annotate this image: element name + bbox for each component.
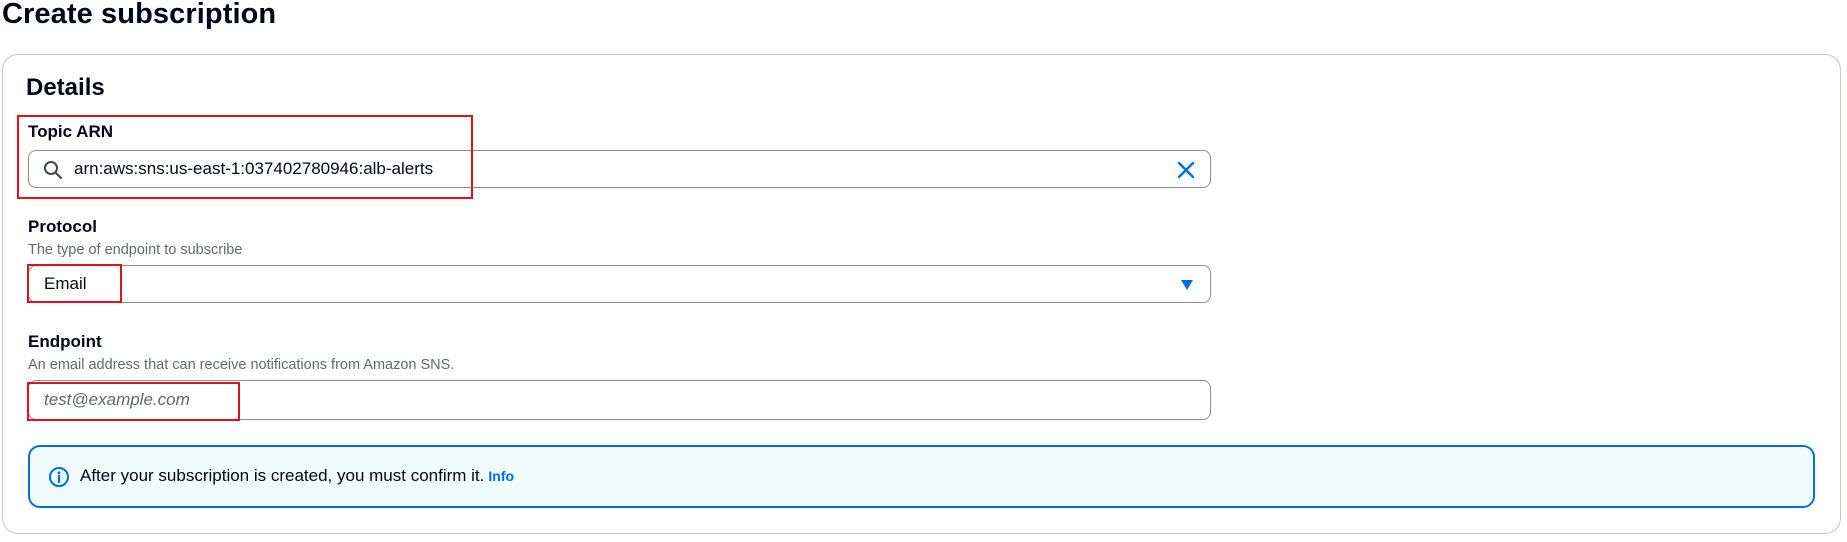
topic-arn-label: Topic ARN bbox=[28, 122, 113, 141]
protocol-label: Protocol bbox=[28, 217, 97, 236]
protocol-select[interactable]: Email bbox=[28, 265, 1211, 303]
details-section-title: Details bbox=[26, 74, 105, 101]
caret-down-icon bbox=[1181, 280, 1193, 290]
endpoint-input[interactable] bbox=[28, 380, 1211, 420]
info-alert: After your subscription is created, you … bbox=[28, 445, 1815, 508]
alert-message: After your subscription is created, you … bbox=[80, 466, 514, 486]
info-circle-icon bbox=[49, 467, 69, 487]
topic-arn-value: arn:aws:sns:us-east-1:037402780946:alb-a… bbox=[74, 159, 434, 178]
alert-text: After your subscription is created, you … bbox=[80, 466, 485, 485]
page-title: Create subscription bbox=[2, 0, 277, 30]
protocol-selected-value: Email bbox=[44, 274, 87, 293]
close-icon[interactable] bbox=[1176, 160, 1196, 180]
search-icon bbox=[44, 161, 63, 180]
protocol-description: The type of endpoint to subscribe bbox=[28, 242, 243, 258]
topic-arn-search-field[interactable]: arn:aws:sns:us-east-1:037402780946:alb-a… bbox=[28, 150, 1211, 188]
endpoint-description: An email address that can receive notifi… bbox=[28, 357, 455, 373]
endpoint-label: Endpoint bbox=[28, 332, 102, 351]
info-link[interactable]: Info bbox=[488, 468, 514, 484]
